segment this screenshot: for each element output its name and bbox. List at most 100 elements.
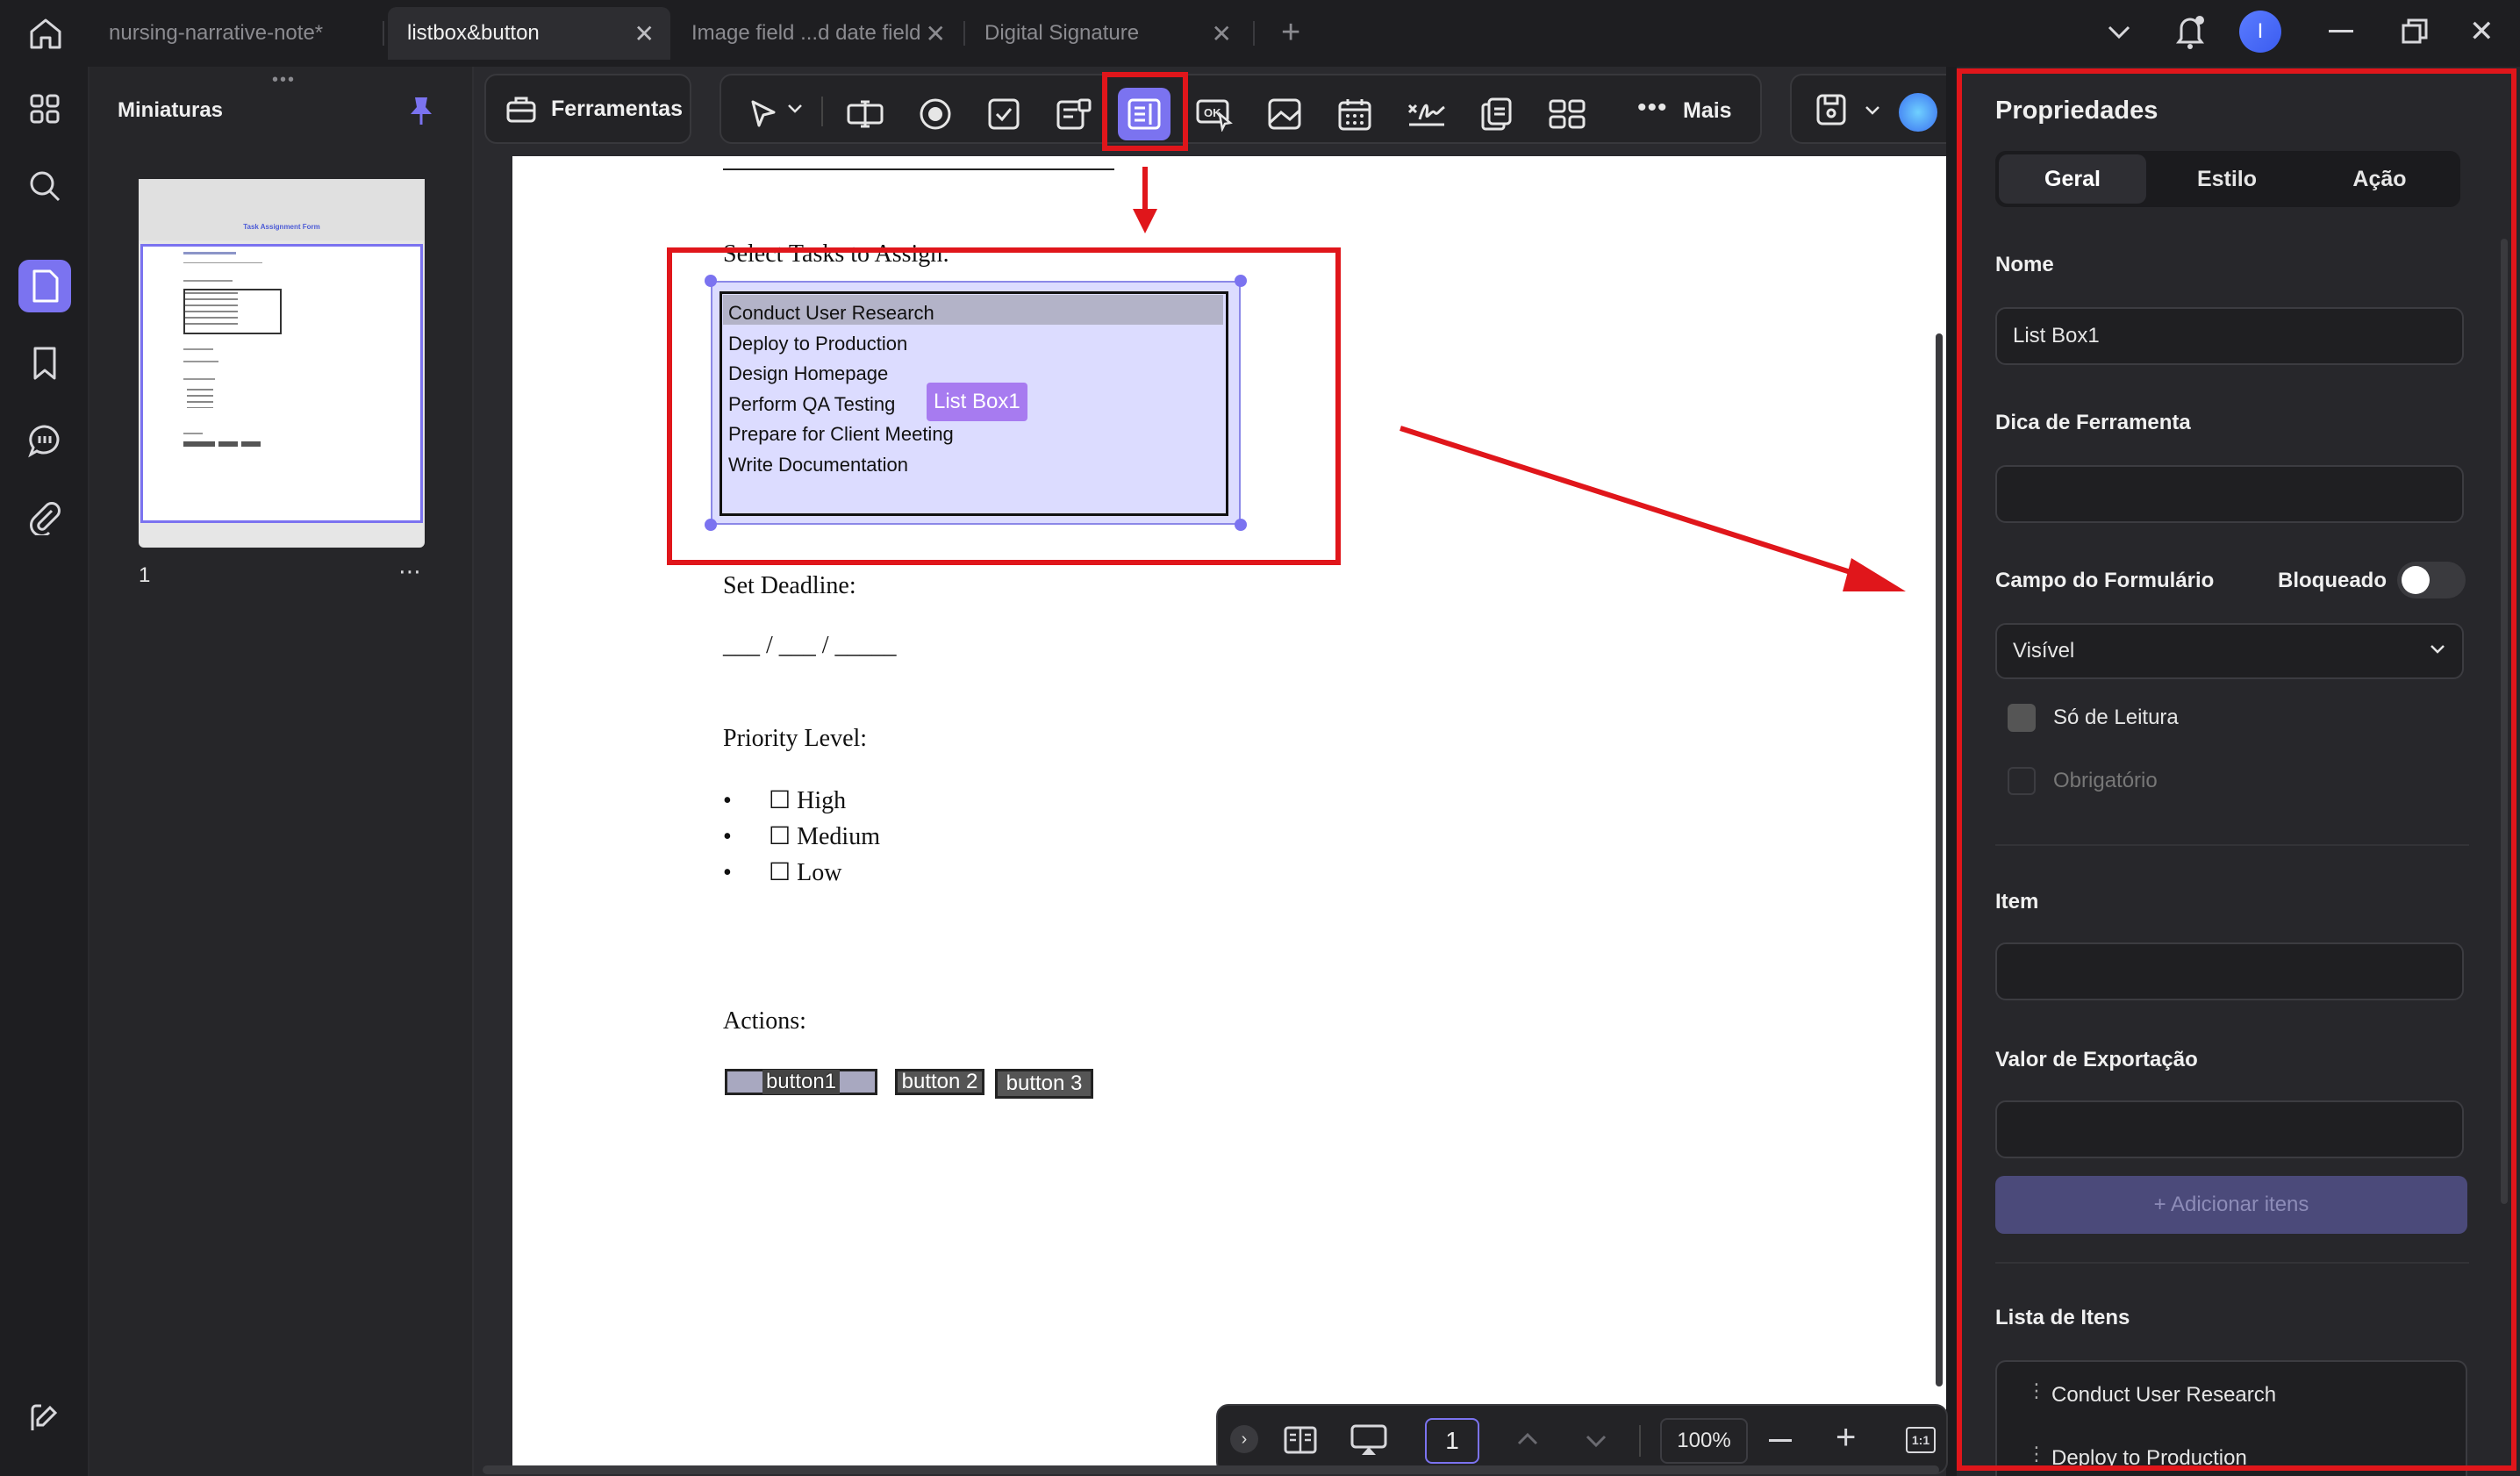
new-tab-icon[interactable]: + [1281, 14, 1300, 52]
tab-image-field[interactable]: Image field ...d date field ✕ [672, 7, 962, 60]
tab-acao[interactable]: Ação [2306, 154, 2453, 204]
visibility-value: Visível [2013, 639, 2075, 663]
next-page-icon[interactable] [1585, 1432, 1607, 1450]
panel-scrollbar[interactable] [2501, 239, 2508, 1204]
list-item[interactable]: Conduct User Research [2051, 1383, 2276, 1408]
more-dots-icon[interactable]: ••• [1637, 93, 1668, 123]
close-tab-icon[interactable]: ✕ [926, 19, 946, 48]
image-field-icon[interactable] [1258, 88, 1311, 140]
item-input[interactable] [1995, 942, 2464, 1000]
button1[interactable]: button1 [725, 1069, 877, 1095]
button-field-icon[interactable]: OK [1188, 88, 1241, 140]
list-item[interactable]: Write Documentation [728, 450, 954, 481]
list-box-icon[interactable] [1118, 88, 1171, 140]
more-label[interactable]: Mais [1683, 98, 1732, 124]
export-value-input[interactable] [1995, 1100, 2464, 1158]
drag-handle-icon[interactable]: ⋮ [2027, 1379, 2046, 1402]
close-tab-icon[interactable]: ✕ [634, 19, 655, 48]
button3[interactable]: button 3 [995, 1069, 1093, 1099]
expand-icon[interactable]: › [1230, 1425, 1258, 1453]
tab-listbox-button[interactable]: listbox&button ✕ [388, 7, 670, 60]
avatar[interactable]: I [2239, 11, 2281, 53]
name-input[interactable]: List Box1 [1995, 307, 2464, 365]
copy-form-icon[interactable] [1471, 88, 1523, 140]
locked-toggle[interactable] [2397, 562, 2466, 598]
chevron-down-icon[interactable] [2429, 642, 2446, 656]
vertical-scrollbar[interactable] [1936, 333, 1943, 1386]
page-thumbnail[interactable]: Task Assignment Form [139, 179, 425, 548]
align-grid-icon[interactable] [1541, 88, 1593, 140]
chevron-down-icon[interactable] [786, 102, 804, 116]
actual-size-icon[interactable]: 1:1 [1906, 1427, 1936, 1453]
edit-sign-icon[interactable] [18, 1392, 71, 1444]
close-tab-icon[interactable]: ✕ [1212, 19, 1232, 48]
signature-field-icon[interactable] [1400, 88, 1453, 140]
date-field-icon[interactable] [1328, 88, 1381, 140]
list-item[interactable]: Deploy to Production [728, 329, 954, 360]
select-cursor-icon[interactable] [737, 88, 790, 140]
listbox-items[interactable]: Conduct User Research Deploy to Producti… [728, 298, 954, 480]
text-field-icon[interactable] [839, 88, 891, 140]
zoom-level[interactable]: 100% [1660, 1418, 1748, 1464]
page-number-input[interactable]: 1 [1425, 1418, 1479, 1464]
tab-estilo[interactable]: Estilo [2153, 154, 2301, 204]
combo-box-icon[interactable] [1048, 88, 1100, 140]
pin-icon[interactable] [407, 95, 435, 126]
pages-icon[interactable] [18, 260, 71, 312]
priority-medium: ☐ Medium [769, 823, 880, 850]
annotation-arrow-right [1399, 425, 1908, 600]
minimize-icon[interactable] [2329, 30, 2353, 32]
tab-label: nursing-narrative-note* [109, 21, 324, 45]
horizontal-scrollbar[interactable] [483, 1465, 1939, 1474]
priority-low: ☐ Low [769, 859, 842, 886]
previous-page-icon[interactable] [1516, 1430, 1539, 1448]
ai-assistant-icon[interactable] [1899, 93, 1937, 132]
bookmark-icon[interactable] [18, 337, 71, 390]
listbox-name-tag: List Box1 [927, 383, 1027, 421]
chevron-down-icon[interactable] [2106, 21, 2132, 42]
radio-button-icon[interactable] [909, 88, 962, 140]
add-items-button[interactable]: + Adicionar itens [1995, 1176, 2467, 1234]
resize-handle[interactable] [705, 519, 717, 531]
restore-icon[interactable] [2401, 18, 2429, 46]
button2[interactable]: button 2 [895, 1069, 984, 1095]
readonly-checkbox[interactable] [2008, 704, 2036, 732]
drag-handle-icon[interactable]: ⋮ [2027, 1443, 2046, 1465]
list-item[interactable]: Conduct User Research [728, 298, 954, 329]
apps-grid-icon[interactable] [18, 82, 71, 135]
reading-mode-icon[interactable] [1283, 1425, 1318, 1455]
home-icon[interactable] [26, 16, 65, 51]
present-icon[interactable] [1349, 1423, 1388, 1457]
chevron-down-icon[interactable] [1864, 104, 1881, 118]
select-tasks-label: Select Tasks to Assign: [723, 240, 950, 268]
readonly-label: Só de Leitura [2053, 706, 2179, 729]
resize-handle[interactable] [1235, 275, 1247, 287]
tab-geral[interactable]: Geral [1999, 154, 2146, 204]
required-checkbox[interactable] [2008, 767, 2036, 795]
resize-handle[interactable]: ••• [272, 70, 296, 90]
resize-handle[interactable] [705, 275, 717, 287]
zoom-in-icon[interactable]: + [1836, 1418, 1856, 1458]
tools-toolbar[interactable]: Ferramentas [484, 74, 691, 144]
toolbox-icon [505, 93, 537, 125]
close-window-icon[interactable]: ✕ [2469, 14, 2495, 49]
list-item[interactable]: Perform QA Testing [728, 390, 954, 420]
visibility-select[interactable]: Visível [1995, 623, 2464, 679]
list-item[interactable]: Design Homepage [728, 359, 954, 390]
list-item[interactable]: Prepare for Client Meeting [728, 419, 954, 450]
tab-nursing-note[interactable]: nursing-narrative-note* [89, 7, 379, 60]
tab-digital-signature[interactable]: Digital Signature ✕ [965, 7, 1248, 60]
form-tools-toolbar: OK ••• Mais [719, 74, 1762, 144]
search-icon[interactable] [18, 160, 71, 212]
more-options-icon[interactable]: ⋯ [398, 558, 423, 585]
save-icon[interactable] [1815, 93, 1848, 126]
resize-handle[interactable] [1235, 519, 1247, 531]
tooltip-input[interactable] [1995, 465, 2464, 523]
divider [1995, 1262, 2469, 1264]
bell-icon[interactable] [2173, 12, 2208, 51]
list-item[interactable]: Deploy to Production [2051, 1446, 2247, 1471]
attachment-icon[interactable] [18, 491, 71, 544]
comment-icon[interactable] [18, 414, 71, 467]
zoom-out-icon[interactable] [1769, 1439, 1792, 1442]
checkbox-icon[interactable] [977, 88, 1030, 140]
